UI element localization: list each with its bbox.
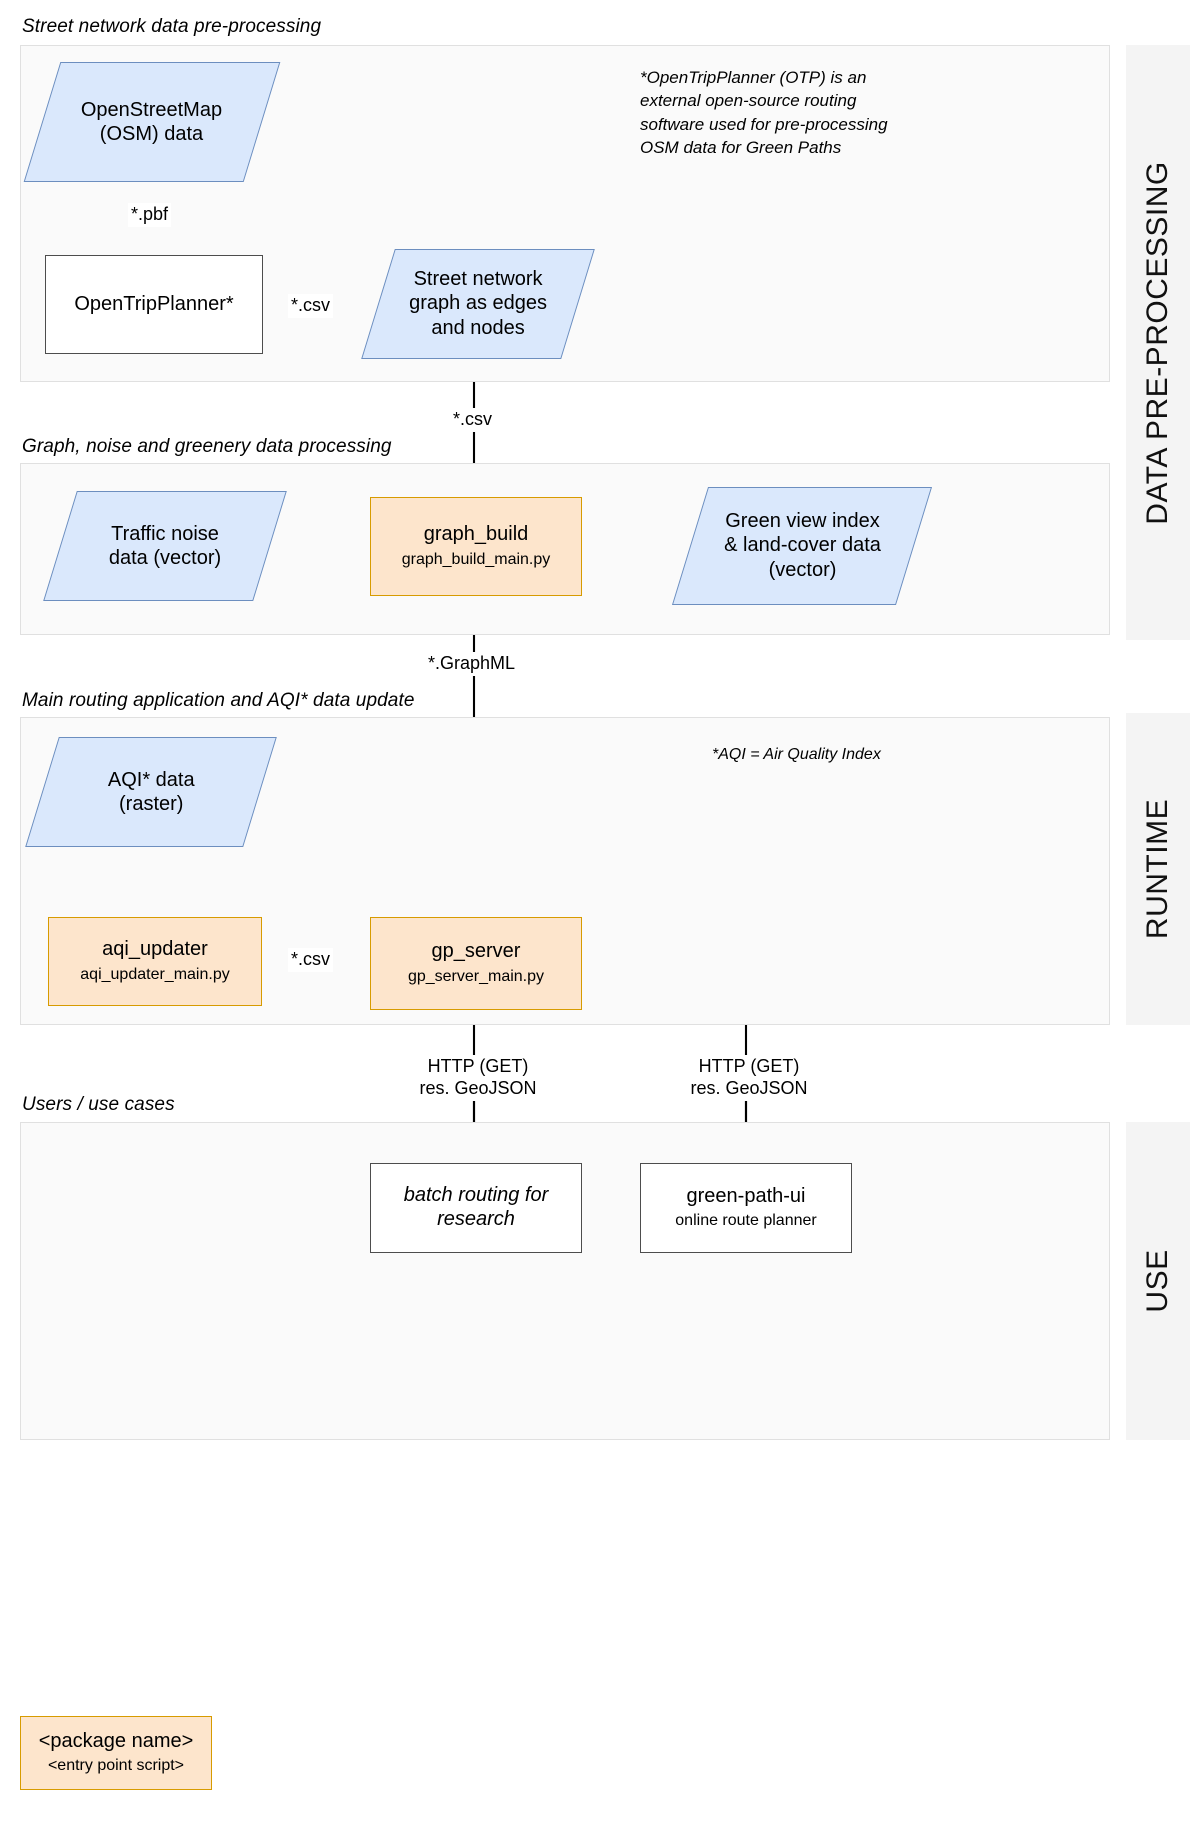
node-label: OpenTripPlanner* xyxy=(74,292,234,315)
band-data-pre-processing: DATA PRE-PROCESSING xyxy=(1126,45,1190,640)
node-label: Green view index xyxy=(724,510,880,533)
node-label: AQI* data xyxy=(107,768,195,791)
band-label: DATA PRE-PROCESSING xyxy=(1141,160,1174,525)
node-script: graph_build_main.py xyxy=(401,550,551,568)
band-runtime: RUNTIME xyxy=(1126,713,1190,1025)
node-opentripplanner: OpenTripPlanner* xyxy=(45,255,263,354)
node-label: graph as edges xyxy=(409,292,547,315)
legend-package-name: <package name> xyxy=(38,1729,194,1752)
diagram-canvas: DATA PRE-PROCESSING RUNTIME USE Street n… xyxy=(0,0,1200,1824)
node-label: OpenStreetMap xyxy=(81,98,223,121)
section-title-main-routing: Main routing application and AQI* data u… xyxy=(22,690,415,711)
node-script: gp_server_main.py xyxy=(407,967,545,985)
note-line: external open-source routing xyxy=(640,91,857,111)
node-traffic-noise-data: Traffic noise data (vector) xyxy=(43,491,287,601)
note-line: software used for pre-processing xyxy=(640,114,888,134)
node-label: and nodes xyxy=(431,317,525,340)
edge-label-line: res. GeoJSON xyxy=(690,1077,808,1098)
node-label: research xyxy=(437,1208,515,1230)
band-label: RUNTIME xyxy=(1141,798,1174,940)
section-title-graph-processing: Graph, noise and greenery data processin… xyxy=(22,436,392,457)
node-label: data (vector) xyxy=(108,547,222,569)
node-batch-routing: batch routing for research xyxy=(370,1163,582,1253)
node-script: aqi_updater_main.py xyxy=(80,965,230,983)
note-aqi: *AQI = Air Quality Index xyxy=(712,746,881,763)
node-street-network-graph: Street network graph as edges and nodes xyxy=(361,249,595,359)
section-title-users-use-cases: Users / use cases xyxy=(22,1094,175,1115)
node-green-path-ui: green-path-ui online route planner xyxy=(640,1163,852,1253)
node-label: & land-cover data xyxy=(723,534,881,557)
node-openstreetmap-data: OpenStreetMap (OSM) data xyxy=(23,62,281,182)
node-aqi-data: AQI* data (raster) xyxy=(25,737,277,847)
note-opentripplanner: *OpenTripPlanner (OTP) is an external op… xyxy=(640,66,940,160)
node-green-view-index-data: Green view index & land-cover data (vect… xyxy=(671,487,933,605)
edge-label-http-batch: HTTP (GET) res. GeoJSON xyxy=(413,1055,543,1101)
node-name: graph_build xyxy=(423,523,529,546)
edge-label-line: HTTP (GET) xyxy=(427,1056,529,1076)
edge-label-pbf: *.pbf xyxy=(128,203,172,227)
node-sub: online route planner xyxy=(675,1212,817,1230)
node-label: (raster) xyxy=(118,793,184,815)
band-label: USE xyxy=(1141,1249,1174,1313)
node-label: Traffic noise xyxy=(111,522,219,545)
node-gp-server: gp_server gp_server_main.py xyxy=(370,917,582,1010)
node-label: (vector) xyxy=(768,559,836,582)
node-label: Street network xyxy=(413,268,543,291)
legend-entry-point: <entry point script> xyxy=(47,1757,185,1775)
node-name: green-path-ui xyxy=(686,1184,806,1207)
node-name: aqi_updater xyxy=(102,938,208,961)
section-title-street-network: Street network data pre-processing xyxy=(22,16,322,37)
edge-label-line: HTTP (GET) xyxy=(698,1056,800,1076)
edge-label-csv-aqi: *.csv xyxy=(288,948,334,972)
edge-label-line: res. GeoJSON xyxy=(419,1077,537,1098)
edge-label-csv-otp: *.csv xyxy=(288,294,334,318)
legend-package-box: <package name> <entry point script> xyxy=(20,1716,212,1790)
edge-label-http-ui: HTTP (GET) res. GeoJSON xyxy=(684,1055,814,1101)
edge-label-csv-graph: *.csv xyxy=(450,408,496,432)
note-line: OSM data for Green Paths xyxy=(640,138,842,158)
note-line: *OpenTripPlanner (OTP) is an xyxy=(640,68,867,87)
node-aqi-updater: aqi_updater aqi_updater_main.py xyxy=(48,917,262,1006)
band-use: USE xyxy=(1126,1122,1190,1440)
node-label: batch routing for xyxy=(403,1184,549,1207)
edge-label-graphml: *.GraphML xyxy=(425,652,519,676)
node-label: (OSM) data xyxy=(100,123,204,145)
node-name: gp_server xyxy=(431,940,521,963)
node-graph-build: graph_build graph_build_main.py xyxy=(370,497,582,596)
